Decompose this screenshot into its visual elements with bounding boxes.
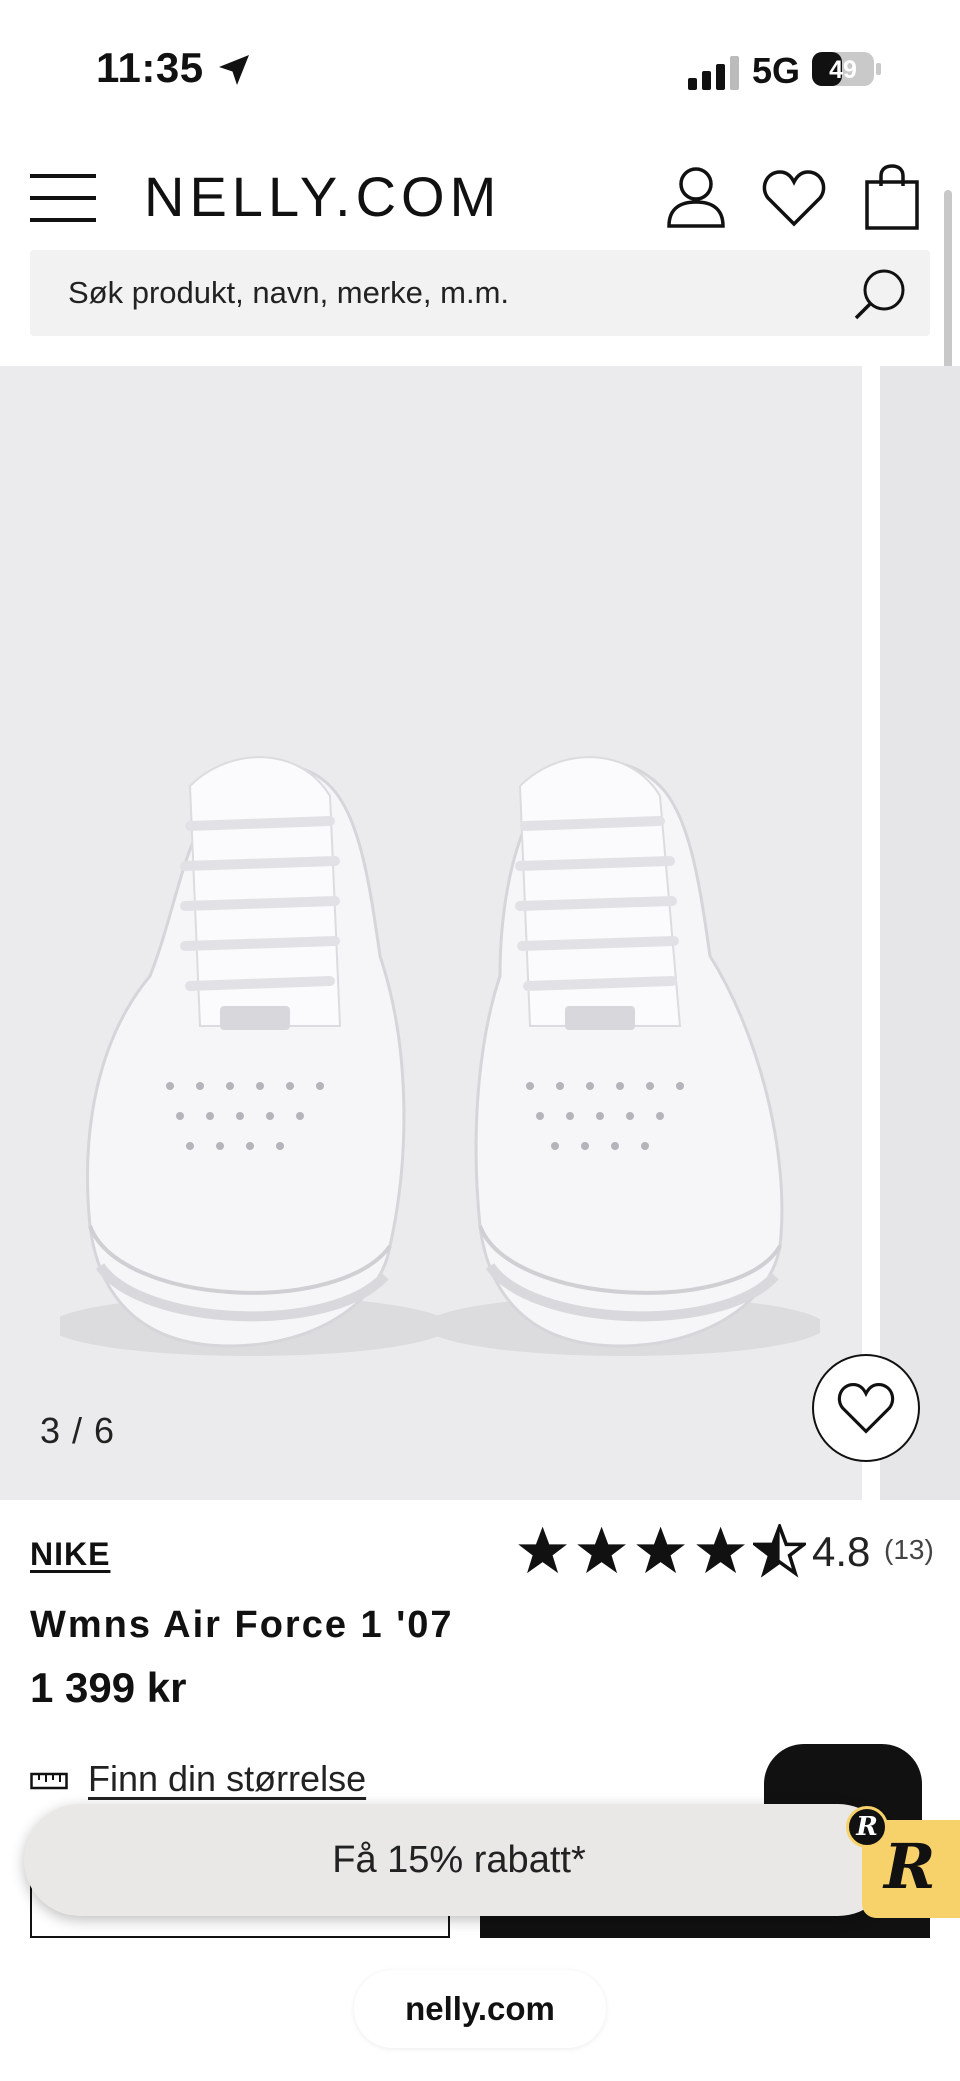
page-scrollbar[interactable] (944, 190, 952, 390)
add-to-wishlist-button[interactable] (812, 1354, 920, 1462)
search-bar[interactable] (30, 250, 930, 336)
product-brand-link[interactable]: NIKE (30, 1536, 110, 1573)
rating-value: 4.8 (812, 1528, 871, 1575)
discount-promo-bar[interactable]: Få 15% rabatt* (24, 1804, 894, 1916)
product-title: Wmns Air Force 1 '07 (30, 1604, 454, 1646)
signal-icon (688, 56, 739, 90)
status-time: 11:35 (96, 44, 204, 91)
badge-letter: R (884, 1830, 936, 1903)
search-input[interactable] (68, 250, 828, 336)
product-price: 1 399 kr (30, 1664, 187, 1711)
url-text: nelly.com (405, 1990, 555, 2027)
bag-icon[interactable] (864, 164, 920, 230)
location-arrow-icon (219, 55, 249, 85)
site-logo[interactable]: NELLY.COM (144, 164, 501, 229)
gallery-counter: 3 / 6 (40, 1410, 116, 1451)
star-full-icon (577, 1526, 627, 1574)
browser-url-bar[interactable]: nelly.com (354, 1970, 606, 2048)
ruler-icon (30, 1772, 68, 1790)
star-full-icon (636, 1526, 686, 1574)
battery-icon: 49 (812, 52, 881, 86)
battery-level: 49 (829, 56, 857, 84)
search-icon[interactable] (852, 266, 908, 322)
heart-icon[interactable] (762, 168, 826, 228)
star-full-icon (695, 1526, 745, 1574)
rating-stars[interactable] (516, 1524, 807, 1580)
next-image-peek[interactable] (880, 366, 960, 1500)
heart-icon (837, 1383, 895, 1434)
product-image-gallery[interactable] (0, 366, 960, 1500)
gallery-divider (862, 366, 880, 1500)
user-icon[interactable] (666, 166, 726, 228)
rating-count[interactable]: (13) (884, 1534, 934, 1566)
promo-badge-small: R (846, 1806, 888, 1848)
star-half-icon (752, 1524, 807, 1578)
product-image (60, 756, 820, 1356)
network-label: 5G (752, 50, 801, 91)
promo-text: Få 15% rabatt* (332, 1838, 586, 1881)
menu-icon[interactable] (30, 172, 96, 224)
size-guide-link[interactable]: Finn din størrelse (88, 1758, 366, 1800)
star-full-icon (518, 1526, 567, 1574)
